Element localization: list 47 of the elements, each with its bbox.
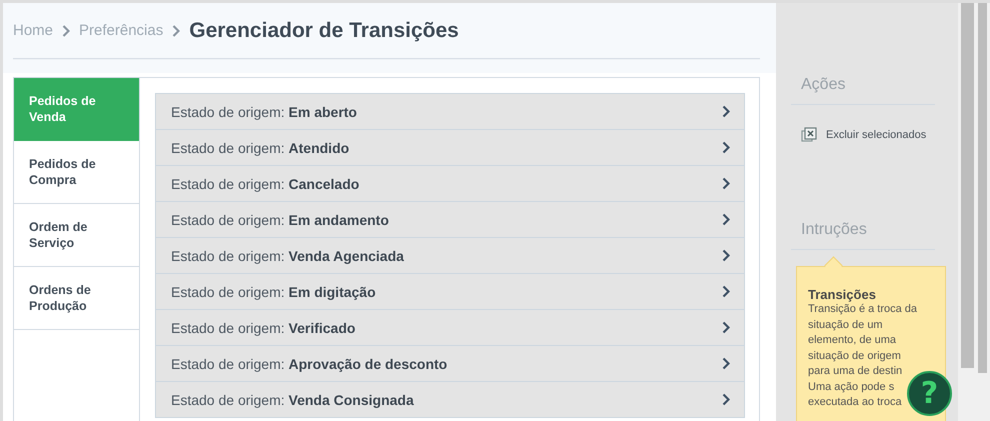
tooltip-text: Uma ação pode s xyxy=(808,380,894,394)
row-label: Estado de origem: Em digitação xyxy=(171,284,376,300)
chevron-icon xyxy=(722,321,730,334)
row-label: Estado de origem: Cancelado xyxy=(171,176,360,192)
chevron-icon xyxy=(722,393,730,406)
chevron-icon xyxy=(722,249,730,262)
section-title: Ações xyxy=(791,3,935,105)
chevron-icon xyxy=(172,24,180,36)
tooltip-text: situação de um xyxy=(808,318,883,332)
tooltip-text: para uma de destin xyxy=(808,364,902,379)
tooltip-text: elemento, de uma xyxy=(808,333,896,348)
tab[interactable]: Ordens de Produção xyxy=(14,267,139,330)
row-label: Estado de origem: Em andamento xyxy=(171,212,389,228)
delete-icon xyxy=(801,127,817,143)
scrollbar-thumb[interactable] xyxy=(961,3,974,368)
list-row[interactable]: Estado de origem: Em aberto xyxy=(155,93,745,129)
section-title: Intruções xyxy=(791,143,935,250)
row-label: Estado de origem: Venda Consignada xyxy=(171,392,414,408)
chevron-icon xyxy=(62,24,70,36)
tooltip-title: Transições xyxy=(808,287,877,302)
chevron-icon xyxy=(722,177,730,190)
chevron-icon xyxy=(722,141,730,154)
chevron-icon xyxy=(722,213,730,226)
row-label: Estado de origem: Aprovação de desconto xyxy=(171,356,448,372)
page-title: Gerenciador de Transições xyxy=(189,18,459,42)
scrollbar-thumb[interactable] xyxy=(978,3,987,373)
tab[interactable]: Ordem de Serviço xyxy=(14,204,139,267)
row-label: Estado de origem: Venda Agenciada xyxy=(171,248,404,264)
list-row[interactable]: Estado de origem: Cancelado xyxy=(155,165,745,201)
tooltip-text: executada ao troca xyxy=(808,395,902,410)
list-row[interactable]: Estado de origem: Em andamento xyxy=(155,201,745,237)
tab[interactable]: Pedidos de Compra xyxy=(14,141,139,204)
action-link[interactable]: Excluir selecionados xyxy=(801,127,936,143)
tooltip-text: situação de origem xyxy=(808,348,901,364)
list-row[interactable]: Estado de origem: Verificado xyxy=(155,309,745,345)
list-row[interactable]: Estado de origem: Atendido xyxy=(155,129,745,165)
row-label: Estado de origem: Em aberto xyxy=(171,104,357,120)
list-row[interactable]: Estado de origem: Venda Consignada xyxy=(155,381,745,418)
chevron-icon xyxy=(722,285,730,298)
row-label: Estado de origem: Atendido xyxy=(171,140,350,156)
chevron-icon xyxy=(722,105,730,118)
chevron-icon xyxy=(722,357,730,370)
list-row[interactable]: Estado de origem: Aprovação de desconto xyxy=(155,345,745,381)
list-row[interactable]: Estado de origem: Em digitação xyxy=(155,273,745,309)
row-label: Estado de origem: Verificado xyxy=(171,320,356,336)
list-row[interactable]: Estado de origem: Venda Agenciada xyxy=(155,237,745,273)
tooltip-text: Transição é a troca da xyxy=(808,302,918,317)
